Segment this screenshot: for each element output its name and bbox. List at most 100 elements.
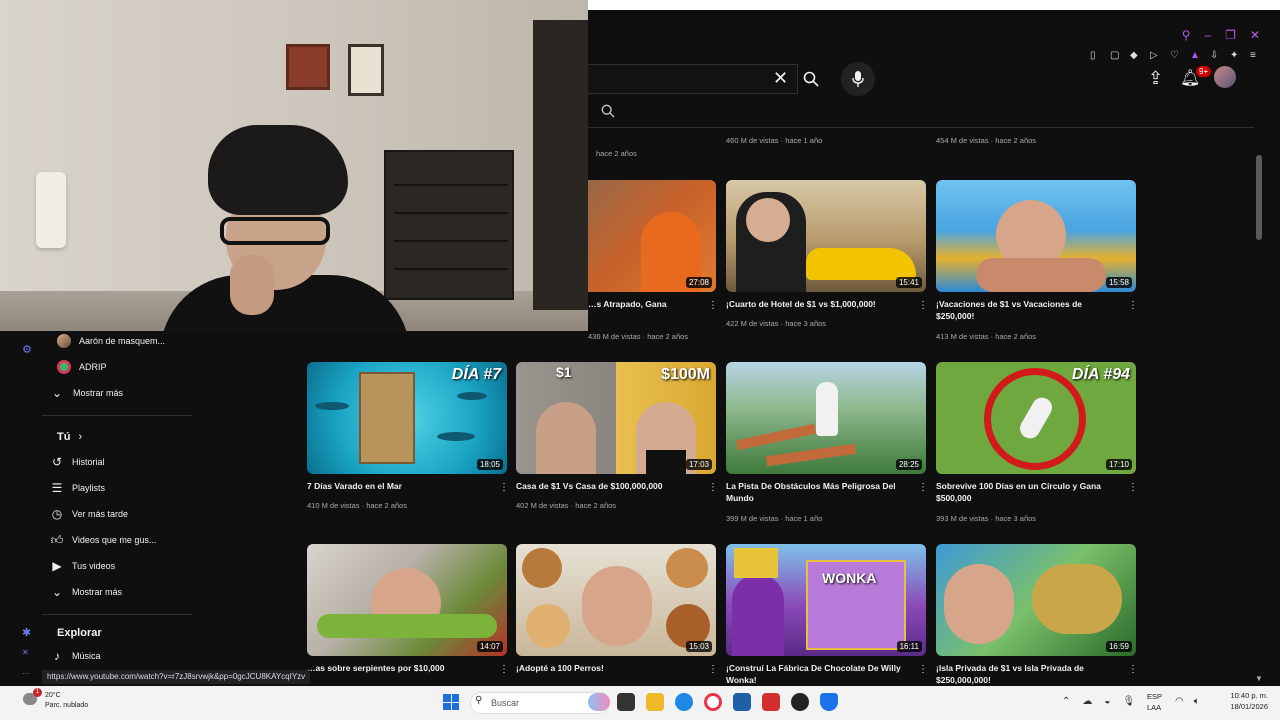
video-card[interactable]: 16:59 ¡Isla Privada de $1 vs Isla Privad…: [936, 544, 1138, 685]
video-thumbnail[interactable]: 28:25: [726, 362, 926, 474]
sidebar-show-more[interactable]: ⌄ Mostrar más: [42, 381, 192, 405]
download-icon[interactable]: ⇩: [1210, 50, 1220, 61]
upload-icon[interactable]: ⇪: [1148, 68, 1163, 89]
pin-icon[interactable]: ✱: [22, 626, 31, 639]
video-title[interactable]: 7 Días Varado en el Mar: [307, 480, 487, 492]
task-view-icon[interactable]: [617, 693, 635, 711]
more-options-icon[interactable]: ⋮: [499, 664, 509, 675]
video-title[interactable]: Sobrevive 100 Días en un Círculo y Gana …: [936, 480, 1116, 504]
search-tabs-icon[interactable]: ⚲: [1182, 28, 1191, 42]
video-thumbnail[interactable]: DÍA #94 17:10: [936, 362, 1136, 474]
chevron-up-icon[interactable]: ⌃: [1062, 696, 1070, 707]
sidebar-item-watch-later[interactable]: ◷ Ver más tarde: [42, 502, 192, 526]
video-card[interactable]: 15:41 ¡Cuarto de Hotel de $1 vs $1,000,0…: [726, 180, 928, 328]
video-card[interactable]: 28:25 La Pista De Obstáculos Más Peligro…: [726, 362, 928, 523]
extension-icon[interactable]: ✕: [22, 648, 29, 657]
shield-icon[interactable]: ◆: [1130, 50, 1140, 61]
video-thumbnail[interactable]: 15:58: [936, 180, 1136, 292]
video-card[interactable]: 15:58 ¡Vacaciones de $1 vs Vacaciones de…: [936, 180, 1138, 341]
video-card[interactable]: DÍA #94 17:10 Sobrevive 100 Días en un C…: [936, 362, 1138, 523]
video-thumbnail[interactable]: 16:59: [936, 544, 1136, 656]
more-options-icon[interactable]: ⋮: [918, 664, 928, 675]
video-title[interactable]: ¡Construí La Fábrica De Chocolate De Wil…: [726, 662, 906, 686]
scroll-down-icon[interactable]: ▼: [1255, 674, 1263, 683]
mic-icon[interactable]: 🎙︎: [1122, 696, 1135, 707]
profile-icon[interactable]: ▲: [1190, 50, 1200, 61]
video-title[interactable]: ¡Adopté a 100 Perros!: [516, 662, 696, 674]
opera-icon[interactable]: [704, 693, 722, 711]
video-thumbnail[interactable]: WONKA 16:11: [726, 544, 926, 656]
cloud-icon[interactable]: ☁: [1082, 696, 1092, 707]
minimize-icon[interactable]: –: [1204, 28, 1211, 42]
quick-settings[interactable]: ◠ 🔈︎: [1175, 696, 1200, 707]
store-icon[interactable]: [733, 693, 751, 711]
sidebar-item-music[interactable]: ♪ Música: [42, 644, 192, 668]
play-icon[interactable]: ▷: [1150, 50, 1160, 61]
start-button[interactable]: [443, 694, 459, 710]
sidebar-item-history[interactable]: ↺ Historial: [42, 450, 192, 474]
video-title[interactable]: ¡Cuarto de Hotel de $1 vs $1,000,000!: [726, 298, 906, 310]
tab-icon[interactable]: ▢: [1110, 50, 1120, 61]
divider: [42, 614, 192, 615]
wps-icon[interactable]: [762, 693, 780, 711]
sidebar-item-subscription[interactable]: Aarón de masquem...: [42, 329, 192, 353]
sidebar-you-heading[interactable]: Tú ›: [42, 425, 192, 449]
more-options-icon[interactable]: ⋮: [918, 482, 928, 493]
weather-widget[interactable]: 20°C Parc. nublado: [45, 691, 88, 711]
sidebar-item-liked[interactable]: 👍︎ Videos que me gus...: [42, 528, 192, 552]
video-title[interactable]: …as sobre serpientes por $10,000: [307, 662, 487, 674]
settings-icon[interactable]: ⚙: [22, 343, 32, 356]
edge-icon[interactable]: [675, 693, 693, 711]
video-card[interactable]: 14:07 …as sobre serpientes por $10,000 ⋮: [307, 544, 509, 675]
widget-icon[interactable]: [588, 693, 610, 711]
menu-icon[interactable]: ≡: [1250, 50, 1260, 61]
defender-icon[interactable]: [820, 693, 838, 711]
more-options-icon[interactable]: ⋮: [499, 482, 509, 493]
more-icon[interactable]: ⋯: [22, 669, 30, 678]
heart-icon[interactable]: ♡: [1170, 50, 1180, 61]
language-indicator[interactable]: ESP LAA: [1147, 691, 1162, 713]
video-thumbnail[interactable]: $1 $100M 17:03: [516, 362, 716, 474]
video-title[interactable]: …s Atrapado, Gana: [588, 298, 696, 310]
sidebar-item-your-videos[interactable]: ▶ Tus videos: [42, 554, 192, 578]
close-icon[interactable]: ✕: [773, 68, 788, 89]
video-card[interactable]: WONKA 16:11 ¡Construí La Fábrica De Choc…: [726, 544, 928, 685]
clock[interactable]: 10:40 p. m. 18/01/2026: [1230, 690, 1268, 712]
more-options-icon[interactable]: ⋮: [1128, 482, 1138, 493]
search-button[interactable]: [796, 64, 826, 94]
status-bar-url: https://www.youtube.com/watch?v=r7zJ8srv…: [42, 670, 311, 684]
video-thumbnail[interactable]: DÍA #7 18:05: [307, 362, 507, 474]
video-title[interactable]: La Pista De Obstáculos Más Peligrosa Del…: [726, 480, 906, 504]
sidebar-show-more[interactable]: ⌄ Mostrar más: [42, 580, 192, 604]
search-input[interactable]: [588, 64, 798, 94]
scrollbar-thumb[interactable]: [1256, 155, 1262, 240]
video-card[interactable]: $1 $100M 17:03 Casa de $1 Vs Casa de $10…: [516, 362, 718, 510]
network-icon[interactable]: ◒: [1104, 696, 1110, 707]
more-options-icon[interactable]: ⋮: [1128, 300, 1138, 311]
video-title[interactable]: ¡Isla Privada de $1 vs Isla Privada de $…: [936, 662, 1116, 686]
video-card[interactable]: DÍA #7 18:05 7 Días Varado en el Mar 410…: [307, 362, 509, 510]
close-window-icon[interactable]: ✕: [1250, 28, 1260, 42]
search-icon[interactable]: [601, 104, 615, 121]
video-thumbnail[interactable]: 14:07: [307, 544, 507, 656]
more-options-icon[interactable]: ⋮: [1128, 664, 1138, 675]
bookmark-icon[interactable]: ▯: [1090, 50, 1100, 61]
sidebar-item-playlists[interactable]: ☰ Playlists: [42, 476, 192, 500]
file-explorer-icon[interactable]: [646, 693, 664, 711]
more-options-icon[interactable]: ⋮: [708, 482, 718, 493]
video-thumbnail[interactable]: 15:03: [516, 544, 716, 656]
more-options-icon[interactable]: ⋮: [708, 300, 718, 311]
time: 10:40 p. m.: [1230, 691, 1268, 700]
more-options-icon[interactable]: ⋮: [708, 664, 718, 675]
maximize-icon[interactable]: ❐: [1225, 28, 1236, 42]
video-title[interactable]: Casa de $1 Vs Casa de $100,000,000: [516, 480, 696, 492]
video-title[interactable]: ¡Vacaciones de $1 vs Vacaciones de $250,…: [936, 298, 1116, 322]
ai-icon[interactable]: ✦: [1230, 50, 1240, 61]
more-options-icon[interactable]: ⋮: [918, 300, 928, 311]
app-icon[interactable]: [791, 693, 809, 711]
sidebar-item-subscription[interactable]: ADRIP: [42, 355, 192, 379]
voice-search-button[interactable]: [841, 62, 875, 96]
video-thumbnail[interactable]: 15:41: [726, 180, 926, 292]
video-card[interactable]: 15:03 ¡Adopté a 100 Perros! ⋮: [516, 544, 718, 675]
avatar[interactable]: [1214, 66, 1236, 88]
